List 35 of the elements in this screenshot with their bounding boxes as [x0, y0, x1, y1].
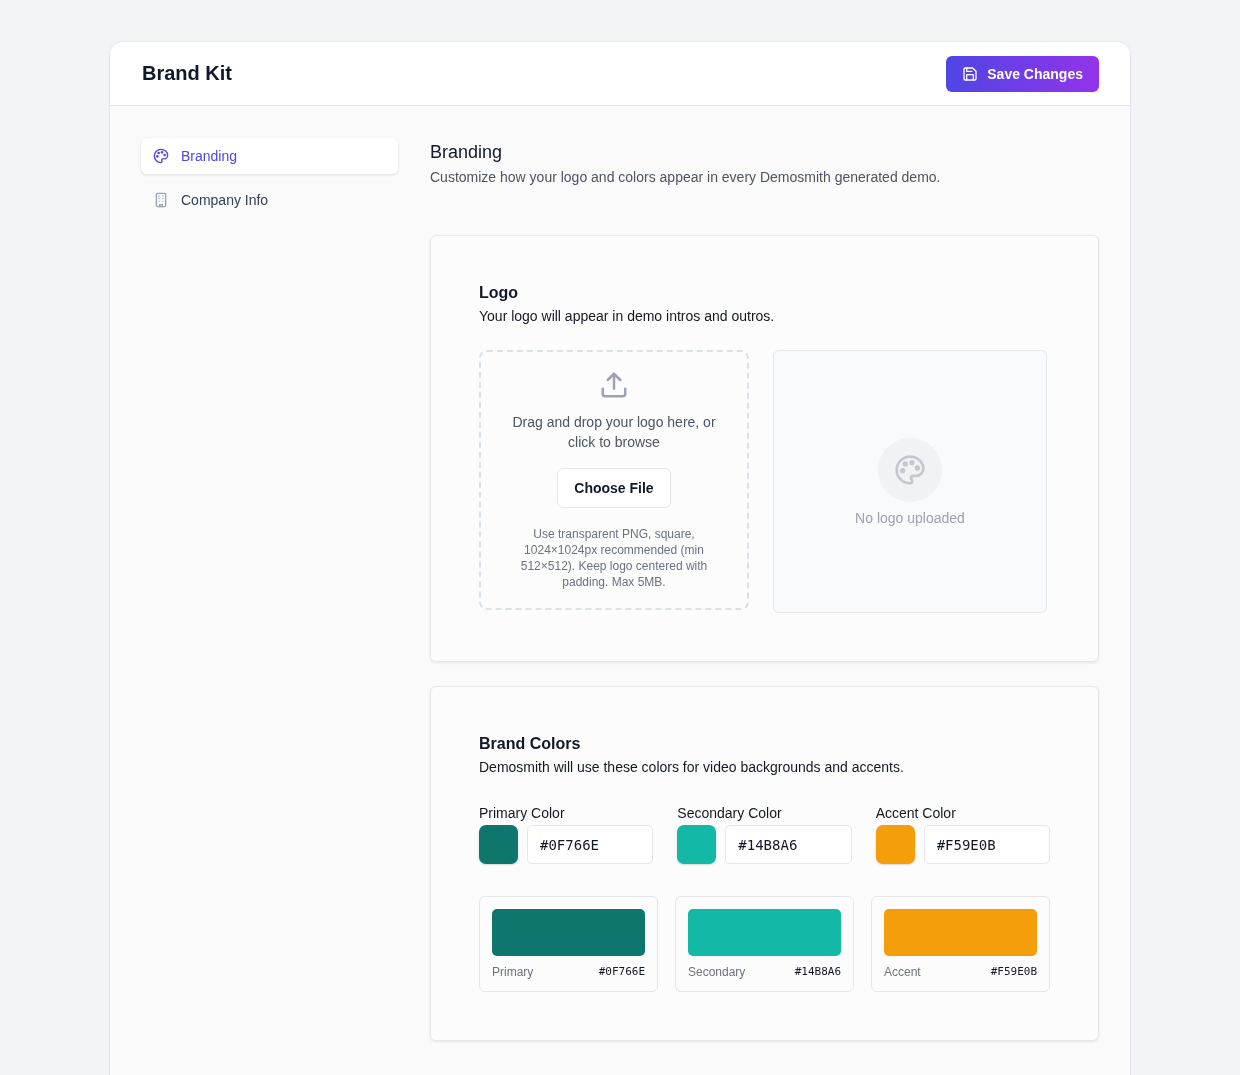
panel-subtitle: Demosmith will use these colors for video backgrounds and accents.: [479, 759, 905, 775]
color-swatch[interactable]: [479, 825, 518, 864]
save-button[interactable]: Save Changes: [946, 55, 1099, 92]
color-swatch[interactable]: [677, 825, 717, 864]
building-icon: [153, 192, 169, 208]
section-subtitle: Customize how your logo and colors appear in every Demosmith generated demo.: [430, 169, 942, 185]
palette-icon: [153, 148, 169, 164]
save-icon: [962, 65, 979, 82]
upload-icon: [599, 370, 629, 400]
hex-input-field[interactable]: #14B8A6: [725, 825, 852, 864]
panel-title: Brand Colors: [479, 735, 582, 753]
choose-file-button[interactable]: Choose File: [557, 468, 671, 508]
section-title: Branding: [430, 142, 504, 163]
field-label: Accent Color: [875, 805, 957, 821]
dropzone-text: Drag and drop your logo here, or click to browse: [511, 413, 717, 452]
field-label: Secondary Color: [677, 805, 783, 821]
panel-title: Logo: [479, 284, 520, 302]
palette-icon: [894, 453, 926, 486]
sidebar-item[interactable]: Branding: [141, 138, 398, 174]
field-label: Primary Color: [479, 805, 566, 821]
hex-input-field[interactable]: #F59E0B: [923, 825, 1050, 864]
color-hex: #14B8A6: [794, 965, 841, 979]
panel-subtitle: Your logo will appear in demo intros and outros.: [479, 308, 776, 324]
empty-logo-text: No logo uploaded: [855, 509, 965, 526]
color-name: Accent: [884, 965, 921, 979]
color-swatch[interactable]: [875, 825, 915, 864]
upload-hint: Use transparent PNG, square, 1024×1024px recommended (min 512×512). Keep logo centered with padding. Max 5MB.: [519, 526, 709, 590]
color-name: Primary: [492, 965, 534, 979]
color-hex: #F59E0B: [990, 965, 1037, 979]
upload-dropzone[interactable]: Drag and drop your logo here, or click to browse Choose File Use transparent PNG, square, 1024×1024px recommended (min 512×512). Keep logo centered with padding. Max 5MB.: [479, 350, 749, 610]
sidebar-item[interactable]: Company Info: [141, 182, 398, 218]
color-name: Secondary: [688, 965, 746, 979]
page-title: Brand Kit: [142, 62, 232, 85]
color-hex: #0F766E: [598, 965, 645, 979]
hex-input-field[interactable]: #0F766E: [527, 825, 654, 864]
